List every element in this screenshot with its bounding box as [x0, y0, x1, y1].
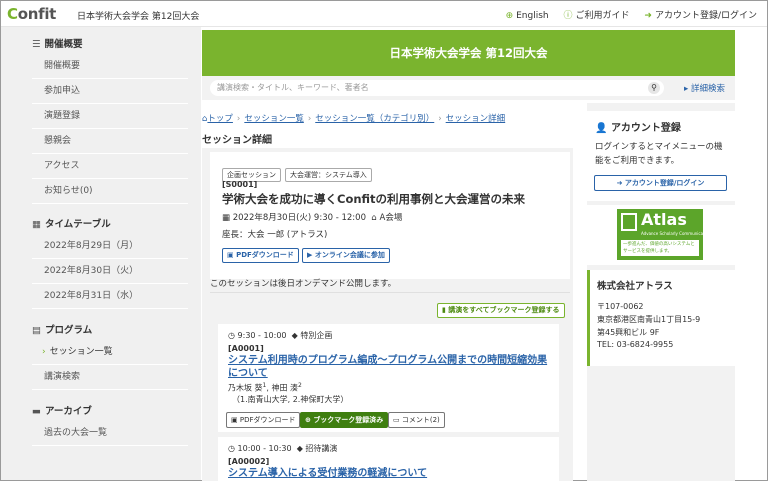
presentation-authors: 乃木坂 葵1, 神田 湊2	[228, 382, 302, 393]
bookmark-all-button[interactable]: ▮ 講演をすべてブックマーク登録する	[437, 303, 565, 318]
sidebar-heading-timetable: ▦ タイムテーブル	[32, 219, 111, 230]
session-meta: ▦ 2022年8月30日(火) 9:30 - 12:00 ⌂ A会場	[222, 213, 403, 223]
left-sidebar: ☰ 開催概要 開催概要 参加申込 演題登録 懇親会 アクセス お知らせ(0) ▦ タ…	[1, 27, 201, 480]
sidebar-item-news[interactable]: お知らせ(0)	[32, 179, 188, 204]
pdf-icon: ▣	[227, 251, 237, 259]
comment-icon: ▭	[393, 416, 402, 424]
company-address2: 第45興和ビル 9F	[597, 328, 660, 337]
presentation-id: [A00002]	[228, 457, 270, 466]
search-input[interactable]: 講演検索・タイトル、キーワード、著者名 ⚲	[210, 80, 664, 96]
session-tags: 企画セッション 大会運営：システム導入	[222, 162, 376, 182]
sidebar-item-day2[interactable]: 2022年8月30日（火）	[32, 259, 188, 284]
online-meeting-button[interactable]: ▶ オンライン会議に参加	[302, 248, 390, 263]
calendar-icon: ▦	[222, 213, 233, 223]
page-title: セッション詳細	[202, 135, 272, 146]
top-header: Confit 日本学術大会学会 第12回大会 ⊕ English ⓘ ご利用ガイド …	[1, 1, 767, 27]
clock-icon: ◷	[228, 331, 238, 340]
comment-button[interactable]: ▭ コメント(2)	[388, 412, 445, 428]
session-title: 学術大会を成功に導くConfitの利用事例と大会運営の未来	[222, 192, 526, 206]
bookmarked-button[interactable]: ⊕ ブックマーク登録済み	[300, 412, 389, 428]
breadcrumb-sessions[interactable]: セッション一覧	[244, 114, 304, 124]
presentation-card: ◷ 10:00 - 10:30 ◆ 招待講演 [A00002] システム導入によ…	[218, 437, 559, 481]
search-bar: 講演検索・タイトル、キーワード、著者名 ⚲ ▸ 詳細検索	[202, 76, 735, 100]
account-box: 👤 アカウント登録 ログインするとマイメニューの機能をご利用できます。 ➜ アカ…	[587, 111, 735, 201]
company-info: 株式会社アトラス 〒107-0062 東京都港区南青山1丁目15-9 第45興和…	[587, 270, 735, 366]
login-icon: ➜	[644, 11, 652, 21]
presentation-time: ◷ 10:00 - 10:30 ◆ 招待講演	[228, 444, 338, 453]
pdf-icon: ▣	[231, 416, 240, 424]
presentation-card: ◷ 9:30 - 10:00 ◆ 特別企画 [A0001] システム利用時のプロ…	[218, 324, 559, 432]
sidebar-item-day1[interactable]: 2022年8月29日（月）	[32, 234, 188, 259]
calendar-icon: ▦	[32, 219, 41, 230]
session-chair: 座長：大会 一郎 (アトラス)	[222, 230, 328, 240]
presentation-title-link[interactable]: システム導入による受付業務の軽減について	[228, 467, 553, 480]
breadcrumb-categories[interactable]: セッション一覧（カテゴリ別）	[315, 114, 434, 124]
presentation-pdf-button[interactable]: ▣ PDFダウンロード	[226, 412, 301, 428]
pdf-download-button[interactable]: ▣ PDFダウンロード	[222, 248, 299, 263]
session-card: 企画セッション 大会運営：システム導入 [S0001] 学術大会を成功に導くCon…	[210, 152, 570, 279]
company-postal: 〒107-0062	[597, 302, 644, 311]
presentation-time: ◷ 9:30 - 10:00 ◆ 特別企画	[228, 331, 333, 340]
sidebar-item-session-list[interactable]: › セッション一覧	[32, 340, 188, 365]
account-text: ログインするとマイメニューの機能をご利用できます。	[595, 142, 723, 166]
sidebar-item-access[interactable]: アクセス	[32, 154, 188, 179]
presentation-affiliations: （1.南青山大学, 2.神保町大学）	[232, 395, 349, 404]
site-title[interactable]: 日本学術大会学会 第12回大会	[77, 9, 199, 22]
account-heading: 👤 アカウント登録	[595, 123, 681, 134]
sponsor-banner[interactable]: Atlas Advance Scholarly Communications 一…	[587, 205, 735, 265]
sidebar-item-past-events[interactable]: 過去の大会一覧	[32, 421, 188, 446]
video-icon: ▶	[307, 251, 315, 259]
login-link[interactable]: ➜ アカウント登録/ログイン	[644, 11, 757, 21]
sidebar-item-day3[interactable]: 2022年8月31日（水）	[32, 284, 188, 309]
company-tel: TEL: 03-6824-9955	[597, 340, 674, 349]
session-id: [S0001]	[222, 180, 258, 189]
atlas-mark-icon	[621, 213, 637, 231]
conference-banner: 日本学術大会学会 第12回大会	[202, 30, 735, 76]
breadcrumb-current[interactable]: セッション詳細	[446, 114, 506, 124]
presentation-title-link[interactable]: システム利用時のプログラム編成～プログラム公開までの時間短縮効果について	[228, 354, 553, 380]
english-link[interactable]: ⊕ English	[506, 11, 549, 21]
sidebar-item-overview[interactable]: 開催概要	[32, 54, 188, 79]
archive-icon: ▬	[32, 406, 41, 417]
breadcrumb-top[interactable]: トップ	[207, 114, 233, 124]
book-icon: ▤	[32, 325, 41, 336]
search-placeholder: 講演検索・タイトル、キーワード、著者名	[217, 83, 369, 92]
user-icon: 👤	[595, 123, 611, 134]
login-icon: ➜	[616, 179, 625, 187]
presentation-id: [A0001]	[228, 344, 264, 353]
info-icon: ⓘ	[563, 11, 573, 21]
sidebar-item-search[interactable]: 講演検索	[32, 365, 188, 390]
divider	[210, 292, 570, 293]
confit-logo[interactable]: Confit	[7, 5, 56, 23]
clock-icon: ◷	[228, 444, 238, 453]
tag-category: 大会運営：システム導入	[285, 168, 372, 182]
sidebar-heading-program: ▤ プログラム	[32, 325, 93, 336]
top-links: ⊕ English ⓘ ご利用ガイド ➜ アカウント登録/ログイン	[494, 8, 757, 21]
on-demand-note: このセッションは後日オンデマンド公開します。	[210, 279, 397, 289]
guide-link[interactable]: ⓘ ご利用ガイド	[564, 11, 630, 21]
sidebar-item-registration[interactable]: 参加申込	[32, 79, 188, 104]
search-icon[interactable]: ⚲	[648, 82, 660, 94]
sidebar-heading-archive: ▬ アーカイブ	[32, 406, 92, 417]
breadcrumb: ⌂トップ › セッション一覧 › セッション一覧（カテゴリ別） › セッション詳細	[202, 114, 506, 124]
globe-icon: ⊕	[505, 11, 514, 21]
chevron-right-icon: ›	[42, 347, 46, 357]
chevron-right-icon: ▸	[684, 84, 691, 94]
building-icon: ⌂	[371, 213, 380, 223]
sidebar-item-abstract[interactable]: 演題登録	[32, 104, 188, 129]
sidebar-heading-overview: ☰ 開催概要	[32, 39, 83, 50]
menu-icon: ☰	[32, 39, 41, 50]
advanced-search-link[interactable]: ▸ 詳細検索	[684, 82, 725, 94]
company-name: 株式会社アトラス	[597, 281, 673, 292]
account-login-button[interactable]: ➜ アカウント登録/ログイン	[594, 175, 727, 191]
sidebar-item-banquet[interactable]: 懇親会	[32, 129, 188, 154]
atlas-logo: Atlas Advance Scholarly Communications 一…	[617, 209, 713, 260]
company-address1: 東京都港区南青山1丁目15-9	[597, 315, 701, 324]
